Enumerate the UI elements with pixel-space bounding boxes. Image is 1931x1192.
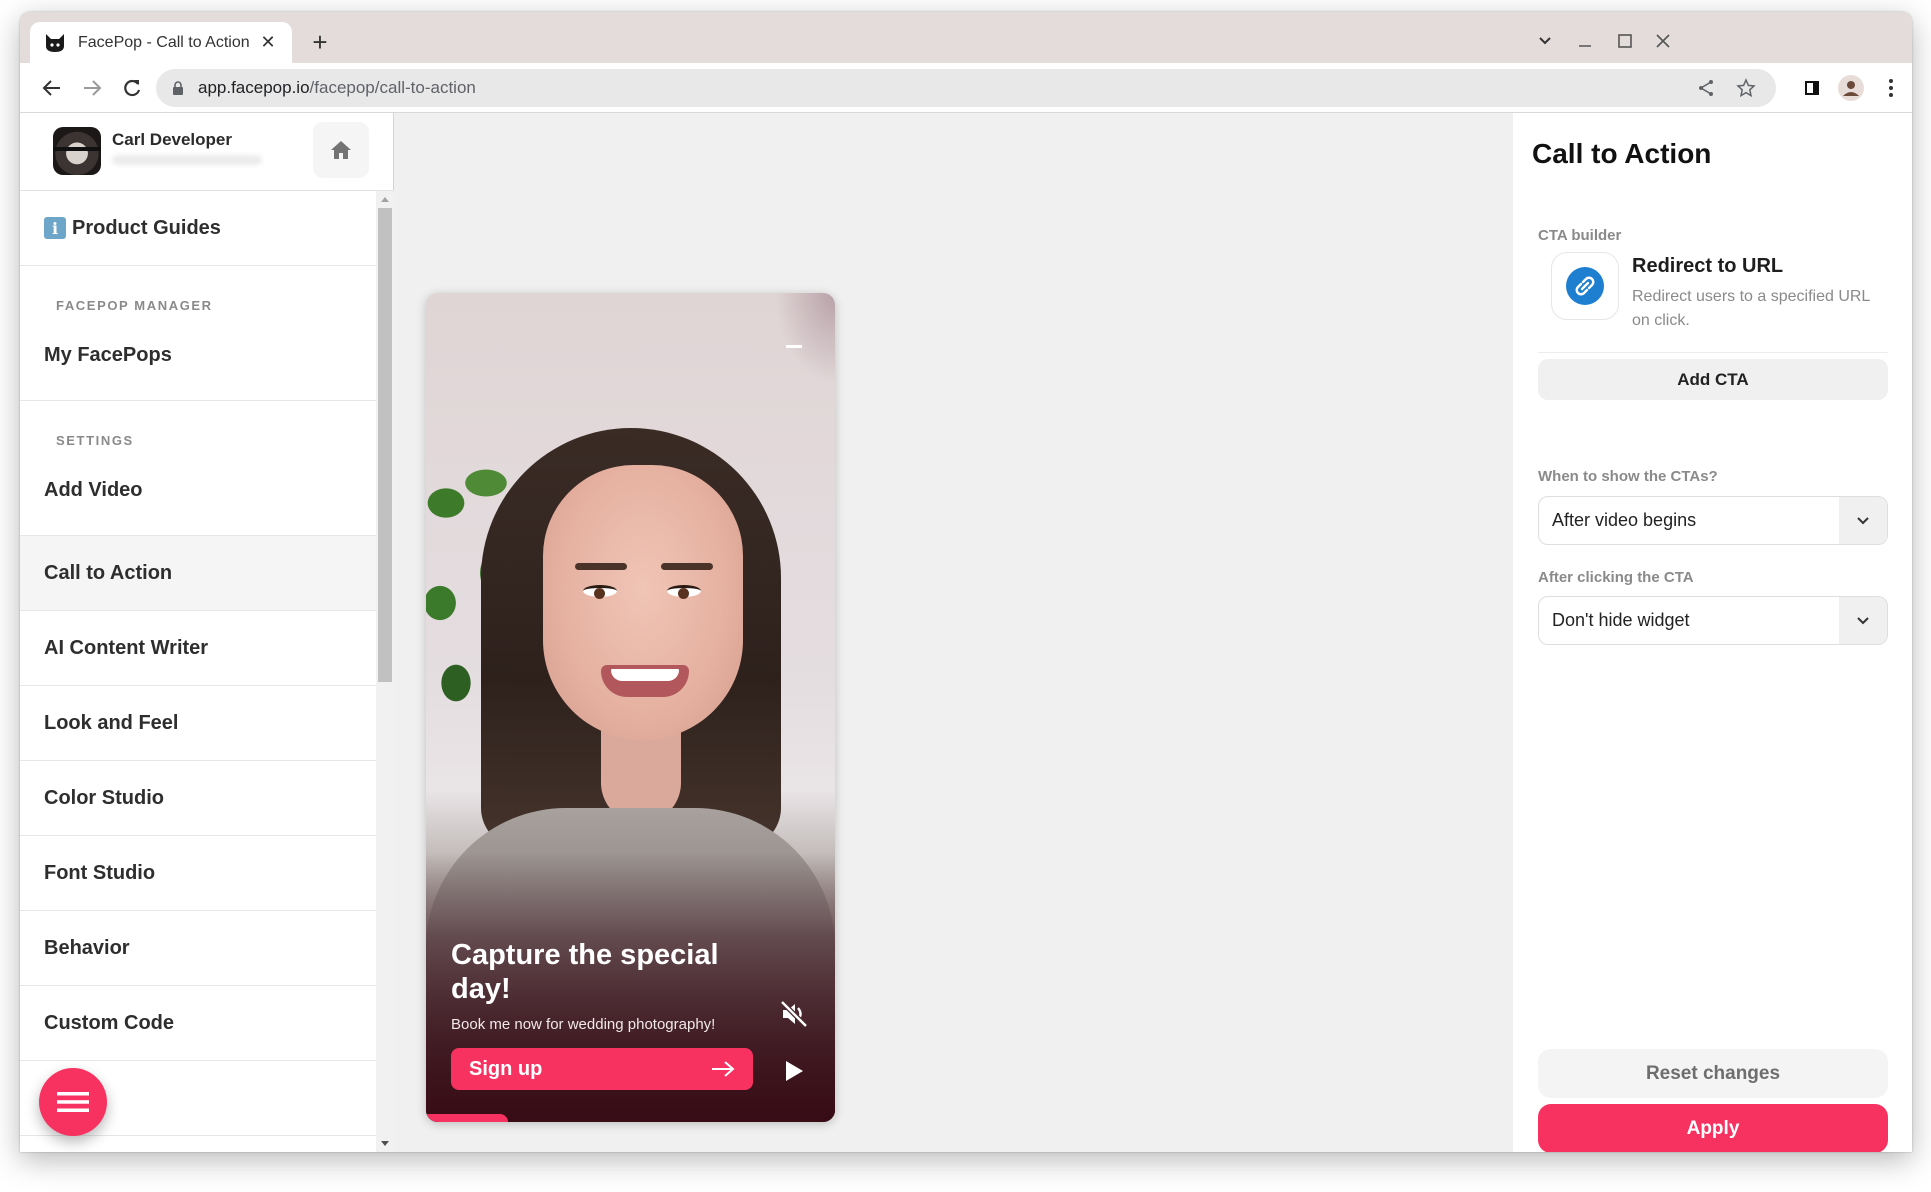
sidebar-item-add-video[interactable]: Add Video: [44, 479, 143, 502]
eye: [667, 585, 701, 599]
smile: [601, 665, 689, 697]
minimize-widget-icon[interactable]: [786, 345, 802, 348]
tab-search-chevron-icon[interactable]: [1528, 26, 1562, 56]
eye: [583, 585, 617, 599]
back-arrow-icon[interactable]: [36, 72, 68, 104]
apply-button[interactable]: Apply: [1538, 1104, 1888, 1152]
profile-avatar-icon[interactable]: [1835, 72, 1867, 104]
after-clicking-label: After clicking the CTA: [1538, 569, 1694, 586]
video-title: Capture the special day!: [451, 939, 719, 1005]
when-to-show-label: When to show the CTAs?: [1538, 468, 1718, 485]
video-progress-bar: [426, 1114, 508, 1122]
browser-toolbar: app.facepop.io/facepop/call-to-action: [20, 63, 1912, 113]
section-label: FACEPOP MANAGER: [56, 298, 213, 313]
browser-menu-icon[interactable]: [1875, 72, 1907, 104]
nav-section-facepop-manager: FACEPOP MANAGER My FacePops: [20, 266, 376, 401]
panel-title: Call to Action: [1532, 138, 1712, 169]
cta-description: Redirect users to a specified URL on cli…: [1632, 288, 1870, 329]
home-icon: [331, 141, 351, 159]
forward-arrow-icon[interactable]: [76, 72, 108, 104]
chevron-down-icon[interactable]: [1839, 497, 1887, 544]
browser-window: FacePop - Call to Action ✕ + app.facepop…: [20, 12, 1912, 1152]
sidebar-item-label: Product Guides: [72, 216, 221, 239]
sidebar-scroll-area: i Product Guides FACEPOP MANAGER My Face…: [20, 191, 394, 1152]
menu-fab-button[interactable]: [39, 1068, 107, 1136]
sidebar: Carl Developer i Product Guides FACEPOP …: [20, 113, 394, 1152]
muted-speaker-icon[interactable]: [779, 999, 809, 1029]
hamburger-menu-icon: [57, 1092, 89, 1112]
close-window-icon[interactable]: [1646, 26, 1680, 56]
cta-icon-box[interactable]: [1551, 252, 1619, 320]
brow: [575, 563, 627, 570]
browser-tab[interactable]: FacePop - Call to Action ✕: [30, 22, 292, 63]
video-subtitle: Book me now for wedding photography!: [451, 1016, 716, 1033]
home-button[interactable]: [313, 122, 369, 178]
when-to-show-select[interactable]: After video begins: [1538, 496, 1888, 545]
bookmark-star-icon[interactable]: [1731, 73, 1761, 103]
select-value: After video begins: [1552, 510, 1697, 530]
settings-panel: Call to Action CTA builder Redirect to U…: [1513, 113, 1912, 1152]
cta-card-redirect-url[interactable]: Redirect to URL Redirect users to a spec…: [1538, 247, 1888, 353]
scroll-down-arrow-icon[interactable]: [381, 1141, 389, 1146]
brow: [661, 563, 713, 570]
maximize-window-icon[interactable]: [1608, 26, 1642, 56]
nav-section-settings: SETTINGS Add Video: [20, 401, 376, 536]
sidebar-item-behavior[interactable]: Behavior: [20, 911, 376, 986]
tab-strip: FacePop - Call to Action ✕ +: [20, 12, 1912, 63]
new-tab-button[interactable]: +: [304, 26, 336, 58]
sidebar-item-font-studio[interactable]: Font Studio: [20, 836, 376, 911]
reset-changes-button[interactable]: Reset changes: [1538, 1049, 1888, 1098]
section-label: SETTINGS: [56, 433, 134, 448]
facepop-cat-icon: [46, 33, 64, 52]
video-cta-button[interactable]: Sign up: [451, 1048, 753, 1090]
user-header: Carl Developer: [20, 113, 394, 191]
info-icon: i: [44, 217, 66, 239]
sidebar-item-look-and-feel[interactable]: Look and Feel: [20, 686, 376, 761]
sidebar-item-ai-content-writer[interactable]: AI Content Writer: [20, 611, 376, 686]
user-name: Carl Developer: [112, 130, 232, 149]
lock-icon: [173, 81, 183, 95]
address-bar[interactable]: app.facepop.io/facepop/call-to-action: [156, 69, 1776, 107]
select-value: Don't hide widget: [1552, 610, 1690, 630]
cta-name: Redirect to URL: [1632, 255, 1784, 277]
share-icon[interactable]: [1691, 73, 1721, 103]
sidebar-item-my-facepops[interactable]: My FacePops: [44, 344, 172, 367]
after-clicking-select[interactable]: Don't hide widget: [1538, 596, 1888, 645]
close-tab-icon[interactable]: ✕: [258, 32, 278, 53]
tab-title: FacePop - Call to Action: [78, 33, 250, 51]
sidebar-item-product-guides[interactable]: i Product Guides: [20, 191, 376, 266]
side-panel-icon[interactable]: [1796, 72, 1828, 104]
sidebar-scrollbar[interactable]: [376, 191, 394, 1152]
nav-list: i Product Guides FACEPOP MANAGER My Face…: [20, 191, 376, 1136]
user-email-blurred: [112, 155, 262, 165]
cta-builder-label: CTA builder: [1538, 227, 1622, 244]
arrow-right-icon: [712, 1061, 735, 1077]
sidebar-item-call-to-action[interactable]: Call to Action: [20, 536, 376, 611]
sidebar-item-custom-code[interactable]: Custom Code: [20, 986, 376, 1061]
url-text: app.facepop.io/facepop/call-to-action: [198, 78, 476, 97]
minimize-window-icon[interactable]: [1568, 26, 1602, 56]
scroll-thumb[interactable]: [378, 208, 392, 682]
scroll-up-arrow-icon[interactable]: [381, 197, 389, 202]
sidebar-item-color-studio[interactable]: Color Studio: [20, 761, 376, 836]
play-icon[interactable]: [784, 1060, 804, 1082]
reload-icon[interactable]: [116, 72, 148, 104]
link-icon: [1566, 267, 1604, 305]
add-cta-button[interactable]: Add CTA: [1538, 359, 1888, 400]
chevron-down-icon[interactable]: [1839, 597, 1887, 644]
person-face: [543, 465, 743, 740]
facepop-video-preview[interactable]: Capture the special day! Book me now for…: [426, 293, 835, 1122]
user-avatar[interactable]: [53, 127, 101, 175]
preview-area: Capture the special day! Book me now for…: [394, 113, 1513, 1152]
cta-label: Sign up: [469, 1057, 543, 1080]
